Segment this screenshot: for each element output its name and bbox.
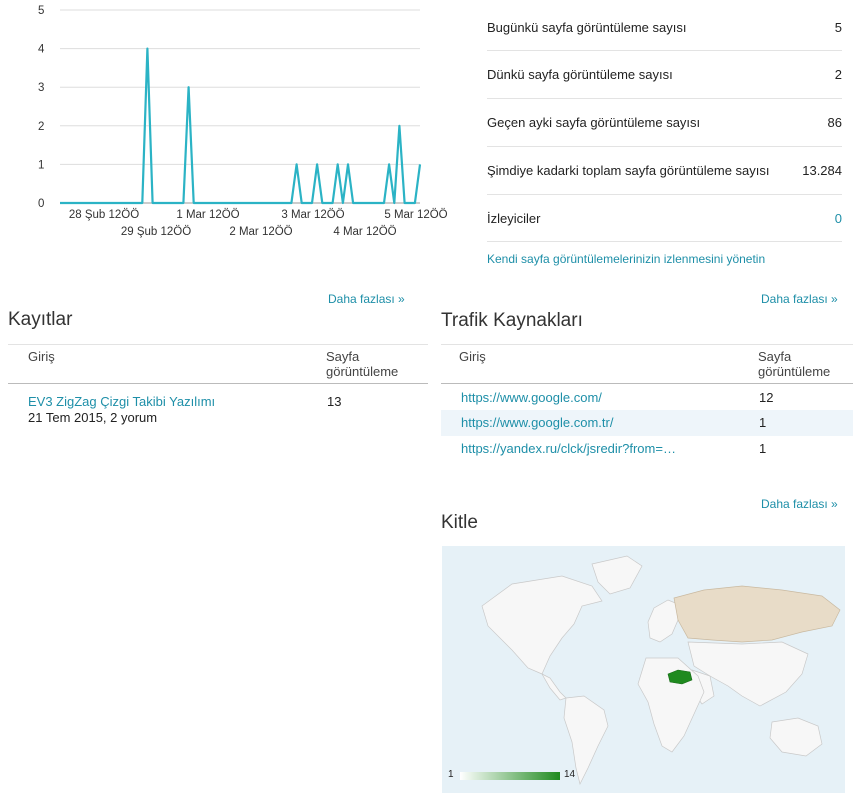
stat-label: Şimdiye kadarki toplam sayfa görüntüleme… xyxy=(487,163,770,178)
europe-shape xyxy=(647,599,679,643)
y-tick-label: 3 xyxy=(38,82,44,94)
posts-more-link[interactable]: Daha fazlası » xyxy=(328,292,405,306)
audience-more-link[interactable]: Daha fazlası » xyxy=(761,497,838,511)
table-row: https://yandex.ru/clck/jsredir?from=… 1 xyxy=(441,436,853,462)
map-legend-max: 14 xyxy=(564,769,576,780)
stat-label: Geçen ayki sayfa görüntüleme sayısı xyxy=(487,115,701,130)
post-views: 13 xyxy=(327,394,342,409)
y-tick-label: 1 xyxy=(38,159,44,171)
y-tick-label: 2 xyxy=(38,121,44,133)
traffic-url-link[interactable]: https://www.google.com.tr/ xyxy=(441,410,758,436)
stats-panel: Bugünkü sayfa görüntüleme sayısı 5 Dünkü… xyxy=(487,4,842,242)
posts-title: Kayıtlar xyxy=(8,309,73,330)
x-tick-label: 3 Mar 12ÖÖ xyxy=(281,209,344,221)
x-tick-label: 5 Mar 12ÖÖ xyxy=(384,209,447,221)
audience-title: Kitle xyxy=(441,512,478,533)
x-tick-label: 29 Şub 12ÖÖ xyxy=(121,226,191,238)
traffic-table: Giriş Sayfa görüntüleme https://www.goog… xyxy=(441,344,853,462)
africa-shape xyxy=(637,657,705,753)
traffic-views: 12 xyxy=(759,390,774,405)
x-tick-label: 1 Mar 12ÖÖ xyxy=(176,209,239,221)
y-tick-label: 5 xyxy=(38,5,44,17)
traffic-col-views: Sayfa görüntüleme xyxy=(758,344,853,384)
stat-value: 5 xyxy=(834,19,842,35)
traffic-header-row: Giriş Sayfa görüntüleme xyxy=(441,344,853,384)
traffic-views: 1 xyxy=(759,440,767,456)
greenland-shape xyxy=(591,555,643,595)
russia-shape xyxy=(673,585,841,643)
table-row: EV3 ZigZag Çizgi Takibi Yazılımı 21 Tem … xyxy=(8,384,428,427)
manage-tracking-link[interactable]: Kendi sayfa görüntülemelerinizin izlenme… xyxy=(487,252,765,266)
post-meta: 21 Tem 2015, 2 yorum xyxy=(28,410,158,425)
stat-row-total: Şimdiye kadarki toplam sayfa görüntüleme… xyxy=(487,147,842,195)
post-title-link[interactable]: EV3 ZigZag Çizgi Takibi Yazılımı xyxy=(28,394,326,410)
y-tick-label: 4 xyxy=(38,44,45,56)
chart-grid xyxy=(60,9,420,204)
traffic-url-link[interactable]: https://www.google.com/ xyxy=(441,384,758,410)
y-tick-label: 0 xyxy=(38,198,44,210)
australia-shape xyxy=(769,717,823,757)
map-legend-gradient xyxy=(460,772,560,780)
posts-col-views: Sayfa görüntüleme xyxy=(326,344,428,384)
stat-row-followers: İzleyiciler 0 xyxy=(487,195,842,242)
stat-row-yesterday: Dünkü sayfa görüntüleme sayısı 2 xyxy=(487,51,842,99)
stat-row-today: Bugünkü sayfa görüntüleme sayısı 5 xyxy=(487,4,842,51)
traffic-more-link[interactable]: Daha fazlası » xyxy=(761,292,838,306)
x-tick-label: 28 Şub 12ÖÖ xyxy=(69,209,139,221)
followers-count-link[interactable]: 0 xyxy=(835,211,842,226)
traffic-views: 1 xyxy=(759,414,767,430)
north-america-shape xyxy=(481,575,603,675)
world-map-shapes xyxy=(481,555,841,786)
stat-value: 86 xyxy=(827,115,842,130)
posts-col-entry: Giriş xyxy=(8,344,326,384)
world-map[interactable]: 1 14 xyxy=(442,546,845,793)
stat-label: İzleyiciler xyxy=(487,210,541,226)
x-tick-label: 2 Mar 12ÖÖ xyxy=(229,226,292,238)
table-row: https://www.google.com.tr/ 1 xyxy=(441,409,853,436)
posts-header-row: Giriş Sayfa görüntüleme xyxy=(8,344,428,384)
post-cell: EV3 ZigZag Çizgi Takibi Yazılımı 21 Tem … xyxy=(8,384,326,427)
traffic-url-link[interactable]: https://yandex.ru/clck/jsredir?from=… xyxy=(441,436,758,462)
stat-row-last-month: Geçen ayki sayfa görüntüleme sayısı 86 xyxy=(487,99,842,147)
central-america-shape xyxy=(541,673,567,701)
pageviews-chart: 0 1 2 3 4 5 28 Şub 12ÖÖ 1 Mar 12ÖÖ 3 Mar 12ÖÖ 5 … xyxy=(38,5,448,238)
stat-value: 2 xyxy=(834,67,842,82)
traffic-col-entry: Giriş xyxy=(441,344,758,384)
chart-x-axis: 28 Şub 12ÖÖ 1 Mar 12ÖÖ 3 Mar 12ÖÖ 5 Mar 12Ö… xyxy=(69,209,448,238)
map-legend-min: 1 xyxy=(448,769,454,780)
posts-table: Giriş Sayfa görüntüleme EV3 ZigZag Çizgi… xyxy=(8,344,428,426)
chart-y-axis: 0 1 2 3 4 5 xyxy=(38,5,45,210)
traffic-title: Trafik Kaynakları xyxy=(441,310,583,331)
stat-label: Dünkü sayfa görüntüleme sayısı xyxy=(487,67,673,82)
x-tick-label: 4 Mar 12ÖÖ xyxy=(333,226,396,238)
stat-value: 13.284 xyxy=(802,163,842,178)
table-row: https://www.google.com/ 12 xyxy=(441,384,853,410)
stat-label: Bugünkü sayfa görüntüleme sayısı xyxy=(487,19,687,35)
